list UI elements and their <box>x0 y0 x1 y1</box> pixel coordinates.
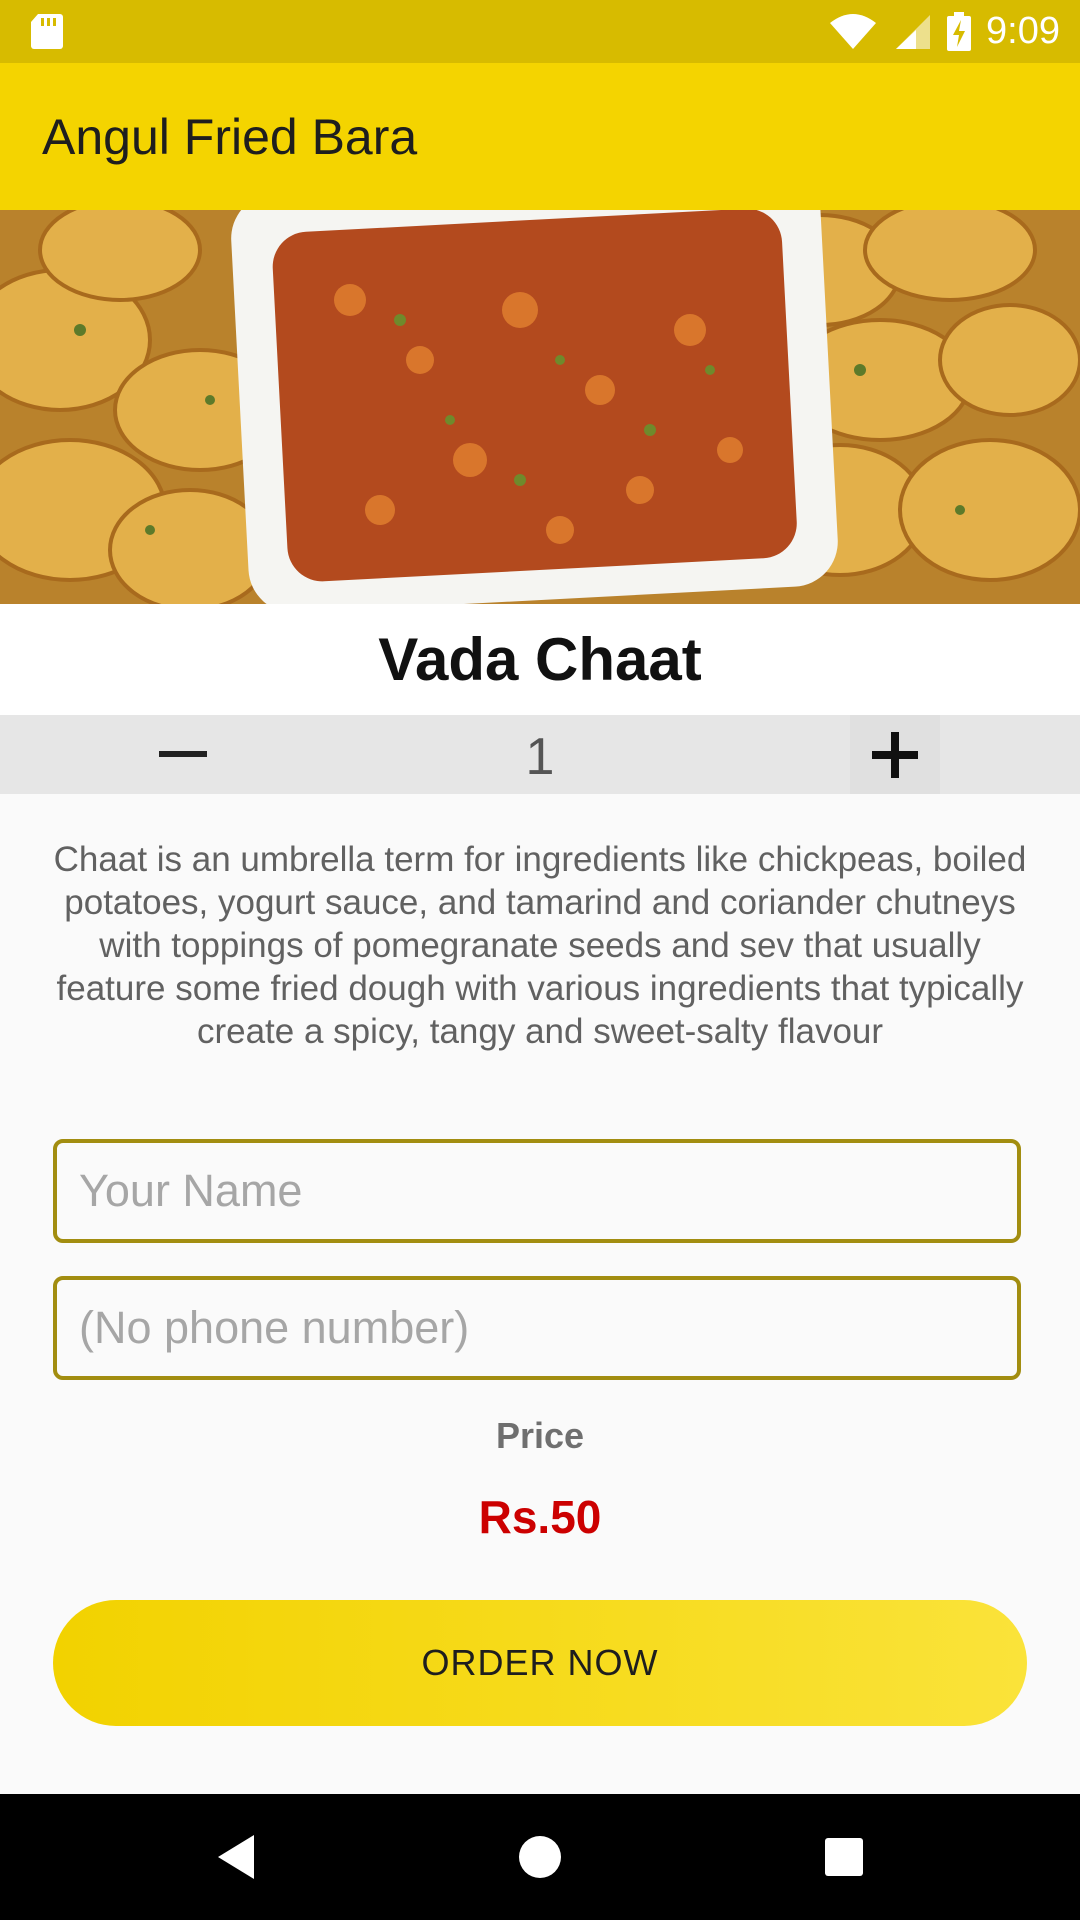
status-bar: 9:09 <box>0 0 1080 63</box>
name-input[interactable] <box>57 1143 1017 1239</box>
battery-charging-icon <box>947 11 972 51</box>
vada-chaat-photo <box>0 210 1080 604</box>
recents-icon <box>825 1838 863 1876</box>
back-button[interactable] <box>176 1794 296 1920</box>
recents-button[interactable] <box>784 1794 904 1920</box>
status-time: 9:09 <box>986 10 1060 52</box>
name-field-container <box>53 1139 1021 1243</box>
home-button[interactable] <box>480 1794 600 1920</box>
navigation-bar <box>0 1794 1080 1920</box>
minus-icon <box>159 750 207 757</box>
dish-name-container: Vada Chaat <box>0 604 1080 715</box>
quantity-value: 1 <box>525 728 555 786</box>
price-value: Rs.50 <box>478 1491 602 1543</box>
dish-description: Chaat is an umbrella term for ingredient… <box>53 840 1027 1051</box>
order-now-button[interactable]: ORDER NOW <box>53 1600 1027 1726</box>
plus-icon <box>872 731 918 778</box>
increase-quantity-button[interactable] <box>850 715 940 794</box>
app-title: Angul Fried Bara <box>42 108 418 165</box>
dish-name: Vada Chaat <box>378 626 702 693</box>
app-bar: Angul Fried Bara <box>0 63 1080 210</box>
decrease-quantity-button[interactable] <box>138 715 228 794</box>
home-icon <box>519 1836 561 1878</box>
wifi-icon <box>830 13 877 49</box>
price-label: Price <box>495 1415 585 1456</box>
phone-input[interactable] <box>57 1280 1017 1376</box>
dish-image <box>0 210 1080 604</box>
signal-icon <box>896 14 931 49</box>
quantity-stepper: 1 <box>0 715 1080 794</box>
back-icon <box>218 1835 254 1879</box>
sd-card-icon <box>31 14 63 49</box>
phone-field-container <box>53 1276 1021 1380</box>
